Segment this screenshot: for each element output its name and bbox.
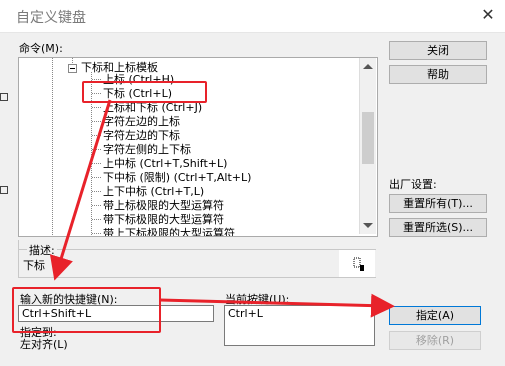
annotation-arrows bbox=[49, 99, 395, 318]
annotation-arrow bbox=[49, 99, 112, 281]
annotation-arrow bbox=[159, 293, 395, 318]
